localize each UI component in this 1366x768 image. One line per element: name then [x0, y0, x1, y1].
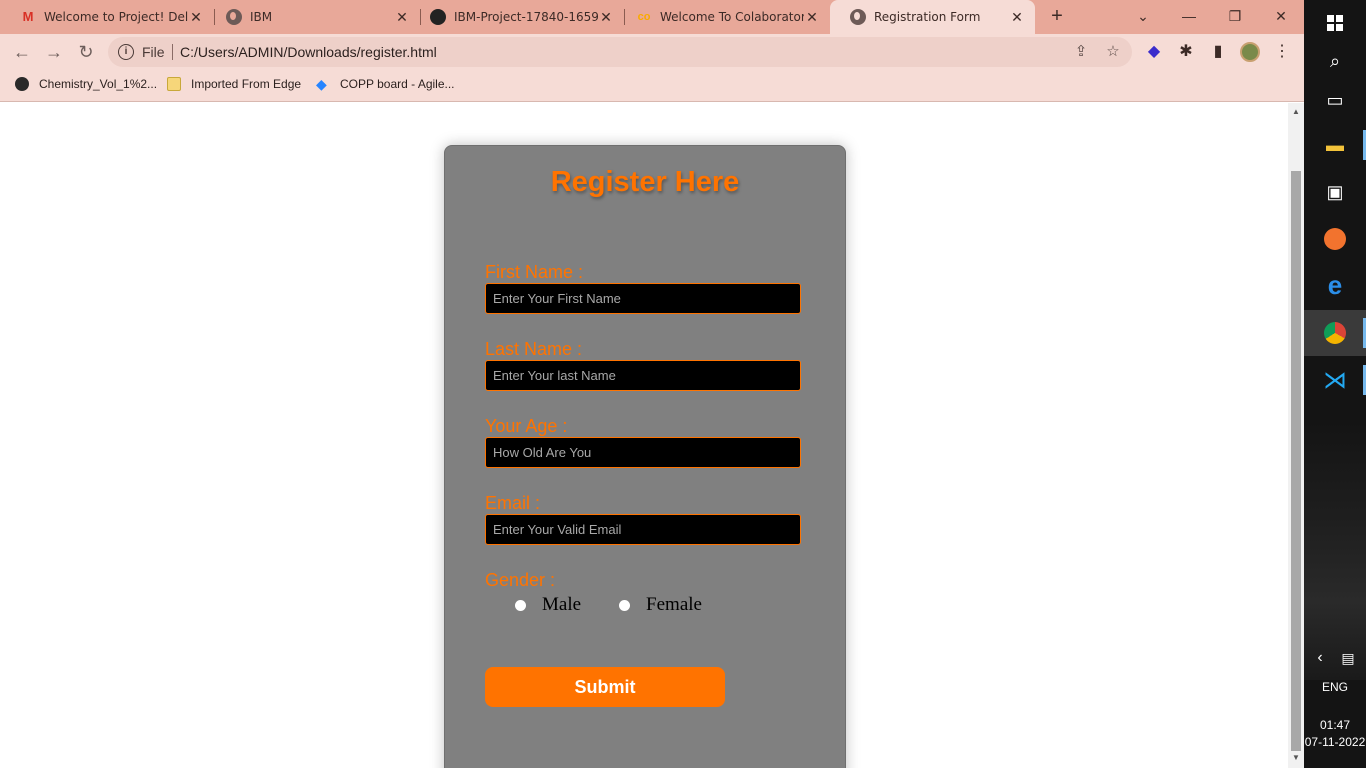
forward-button[interactable]: →	[42, 40, 66, 64]
extension-icon[interactable]: ◆	[1144, 42, 1164, 62]
tab-label: Welcome To Colaboratory	[660, 10, 804, 24]
gender-options: Male Female	[515, 594, 702, 616]
age-label: Your Age :	[485, 416, 568, 436]
task-view-icon[interactable]: ▭	[1304, 77, 1366, 123]
tab-ibm[interactable]: IBM ✕	[206, 0, 420, 34]
registration-card: Register Here First Name : Last Name : Y…	[444, 145, 846, 768]
puzzle-icon[interactable]: ✱	[1176, 42, 1196, 62]
url-text[interactable]: C:/Users/ADMIN/Downloads/register.html	[180, 44, 437, 60]
gender-female-radio[interactable]	[619, 599, 631, 611]
folder-icon	[167, 77, 181, 91]
tab-label: IBM	[250, 10, 273, 24]
browser-window: M Welcome to Project! Delig ✕ IBM ✕ IBM-…	[0, 0, 1304, 768]
tab-label: Registration Form	[874, 10, 981, 24]
bookmark-item[interactable]: Imported From Edge	[167, 77, 301, 91]
side-panel-icon[interactable]: ▮	[1208, 42, 1228, 62]
page-title: Register Here	[550, 166, 740, 198]
gender-female-label[interactable]: Female	[646, 594, 702, 616]
github-icon	[430, 9, 446, 25]
edge-icon[interactable]: e	[1304, 262, 1366, 308]
tab-strip: M Welcome to Project! Delig ✕ IBM ✕ IBM-…	[0, 0, 1304, 34]
close-icon[interactable]: ✕	[394, 9, 410, 26]
bookmarks-bar: Chemistry_Vol_1%2... Imported From Edge …	[0, 70, 1304, 102]
scheme-label: File	[142, 44, 165, 60]
close-icon[interactable]: ✕	[188, 9, 204, 26]
browser-toolbar: ← → ↻ i File C:/Users/ADMIN/Downloads/re…	[0, 34, 1304, 70]
window-close-button[interactable]: ✕	[1258, 0, 1304, 34]
clock-time[interactable]: 01:47	[1304, 718, 1366, 732]
gender-label: Gender :	[485, 570, 556, 590]
restore-button[interactable]: ❐	[1212, 0, 1258, 34]
star-icon[interactable]: ☆	[1104, 43, 1122, 61]
reload-button[interactable]: ↻	[74, 40, 98, 64]
vscode-icon[interactable]: ⋊	[1304, 357, 1366, 403]
first-name-field[interactable]	[485, 283, 801, 314]
globe-icon	[226, 9, 242, 25]
avatar[interactable]	[1240, 42, 1260, 62]
tab-github[interactable]: IBM-Project-17840-165967 ✕	[410, 0, 624, 34]
tab-gmail[interactable]: M Welcome to Project! Delig ✕	[0, 0, 214, 34]
divider	[172, 44, 173, 60]
new-tab-button[interactable]: +	[1046, 6, 1068, 28]
scroll-up-arrow[interactable]: ▲	[1291, 107, 1301, 116]
clock-date[interactable]: 07-11-2022	[1304, 735, 1366, 749]
last-name-label: Last Name :	[485, 339, 583, 359]
age-field[interactable]	[485, 437, 801, 468]
chrome-icon[interactable]	[1304, 310, 1366, 356]
close-icon[interactable]: ✕	[598, 9, 614, 26]
bookmark-label: Imported From Edge	[191, 77, 302, 91]
tab-label: Welcome to Project! Delig	[44, 10, 188, 24]
language-indicator[interactable]: ENG	[1304, 680, 1366, 694]
bookmark-label: Chemistry_Vol_1%2...	[39, 77, 158, 91]
jira-icon: ◆	[316, 76, 327, 92]
minimize-button[interactable]: —	[1166, 0, 1212, 34]
page-viewport: Register Here First Name : Last Name : Y…	[0, 103, 1288, 768]
close-icon[interactable]: ✕	[1009, 9, 1025, 26]
file-explorer-icon[interactable]: ▬	[1304, 122, 1366, 168]
address-bar[interactable]: i File C:/Users/ADMIN/Downloads/register…	[108, 37, 1132, 67]
page-scrollbar[interactable]: ▲ ▼	[1288, 103, 1304, 768]
back-button[interactable]: ←	[10, 40, 34, 64]
last-name-field[interactable]	[485, 360, 801, 391]
tab-label: IBM-Project-17840-165967	[454, 10, 598, 24]
email-field[interactable]	[485, 514, 801, 545]
store-icon[interactable]: ▣	[1304, 169, 1366, 215]
tab-registration-form[interactable]: Registration Form ✕	[830, 0, 1035, 34]
share-icon[interactable]: ⇪	[1072, 43, 1090, 61]
windows-taskbar: ⌕ ▭ ▬ ▣ e ⋊ ‹ ▤ ENG 01:47 07-11-2022	[1304, 0, 1366, 768]
bookmark-item[interactable]: ◆ COPP board - Agile...	[316, 77, 455, 91]
email-label: Email :	[485, 493, 541, 513]
info-icon[interactable]: i	[118, 44, 134, 60]
globe-icon	[15, 77, 29, 91]
gmail-icon: M	[22, 9, 34, 24]
notifications-icon[interactable]: ▤	[1330, 635, 1366, 681]
globe-icon	[850, 9, 866, 25]
colab-icon: co	[637, 11, 651, 23]
first-name-label: First Name :	[485, 262, 584, 282]
close-icon[interactable]: ✕	[804, 9, 820, 26]
submit-button[interactable]: Submit	[485, 667, 725, 707]
scroll-thumb[interactable]	[1291, 171, 1301, 751]
tab-colab[interactable]: co Welcome To Colaboratory ✕	[616, 0, 830, 34]
bookmark-label: COPP board - Agile...	[340, 77, 455, 91]
brave-icon[interactable]	[1304, 216, 1366, 262]
scroll-down-arrow[interactable]: ▼	[1291, 753, 1301, 762]
tab-search-button[interactable]: ⌄	[1120, 0, 1166, 34]
gender-male-radio[interactable]	[515, 599, 526, 611]
bookmark-item[interactable]: Chemistry_Vol_1%2...	[15, 77, 157, 91]
menu-icon[interactable]: ⋮	[1272, 42, 1292, 62]
gender-male-label[interactable]: Male	[542, 594, 581, 616]
